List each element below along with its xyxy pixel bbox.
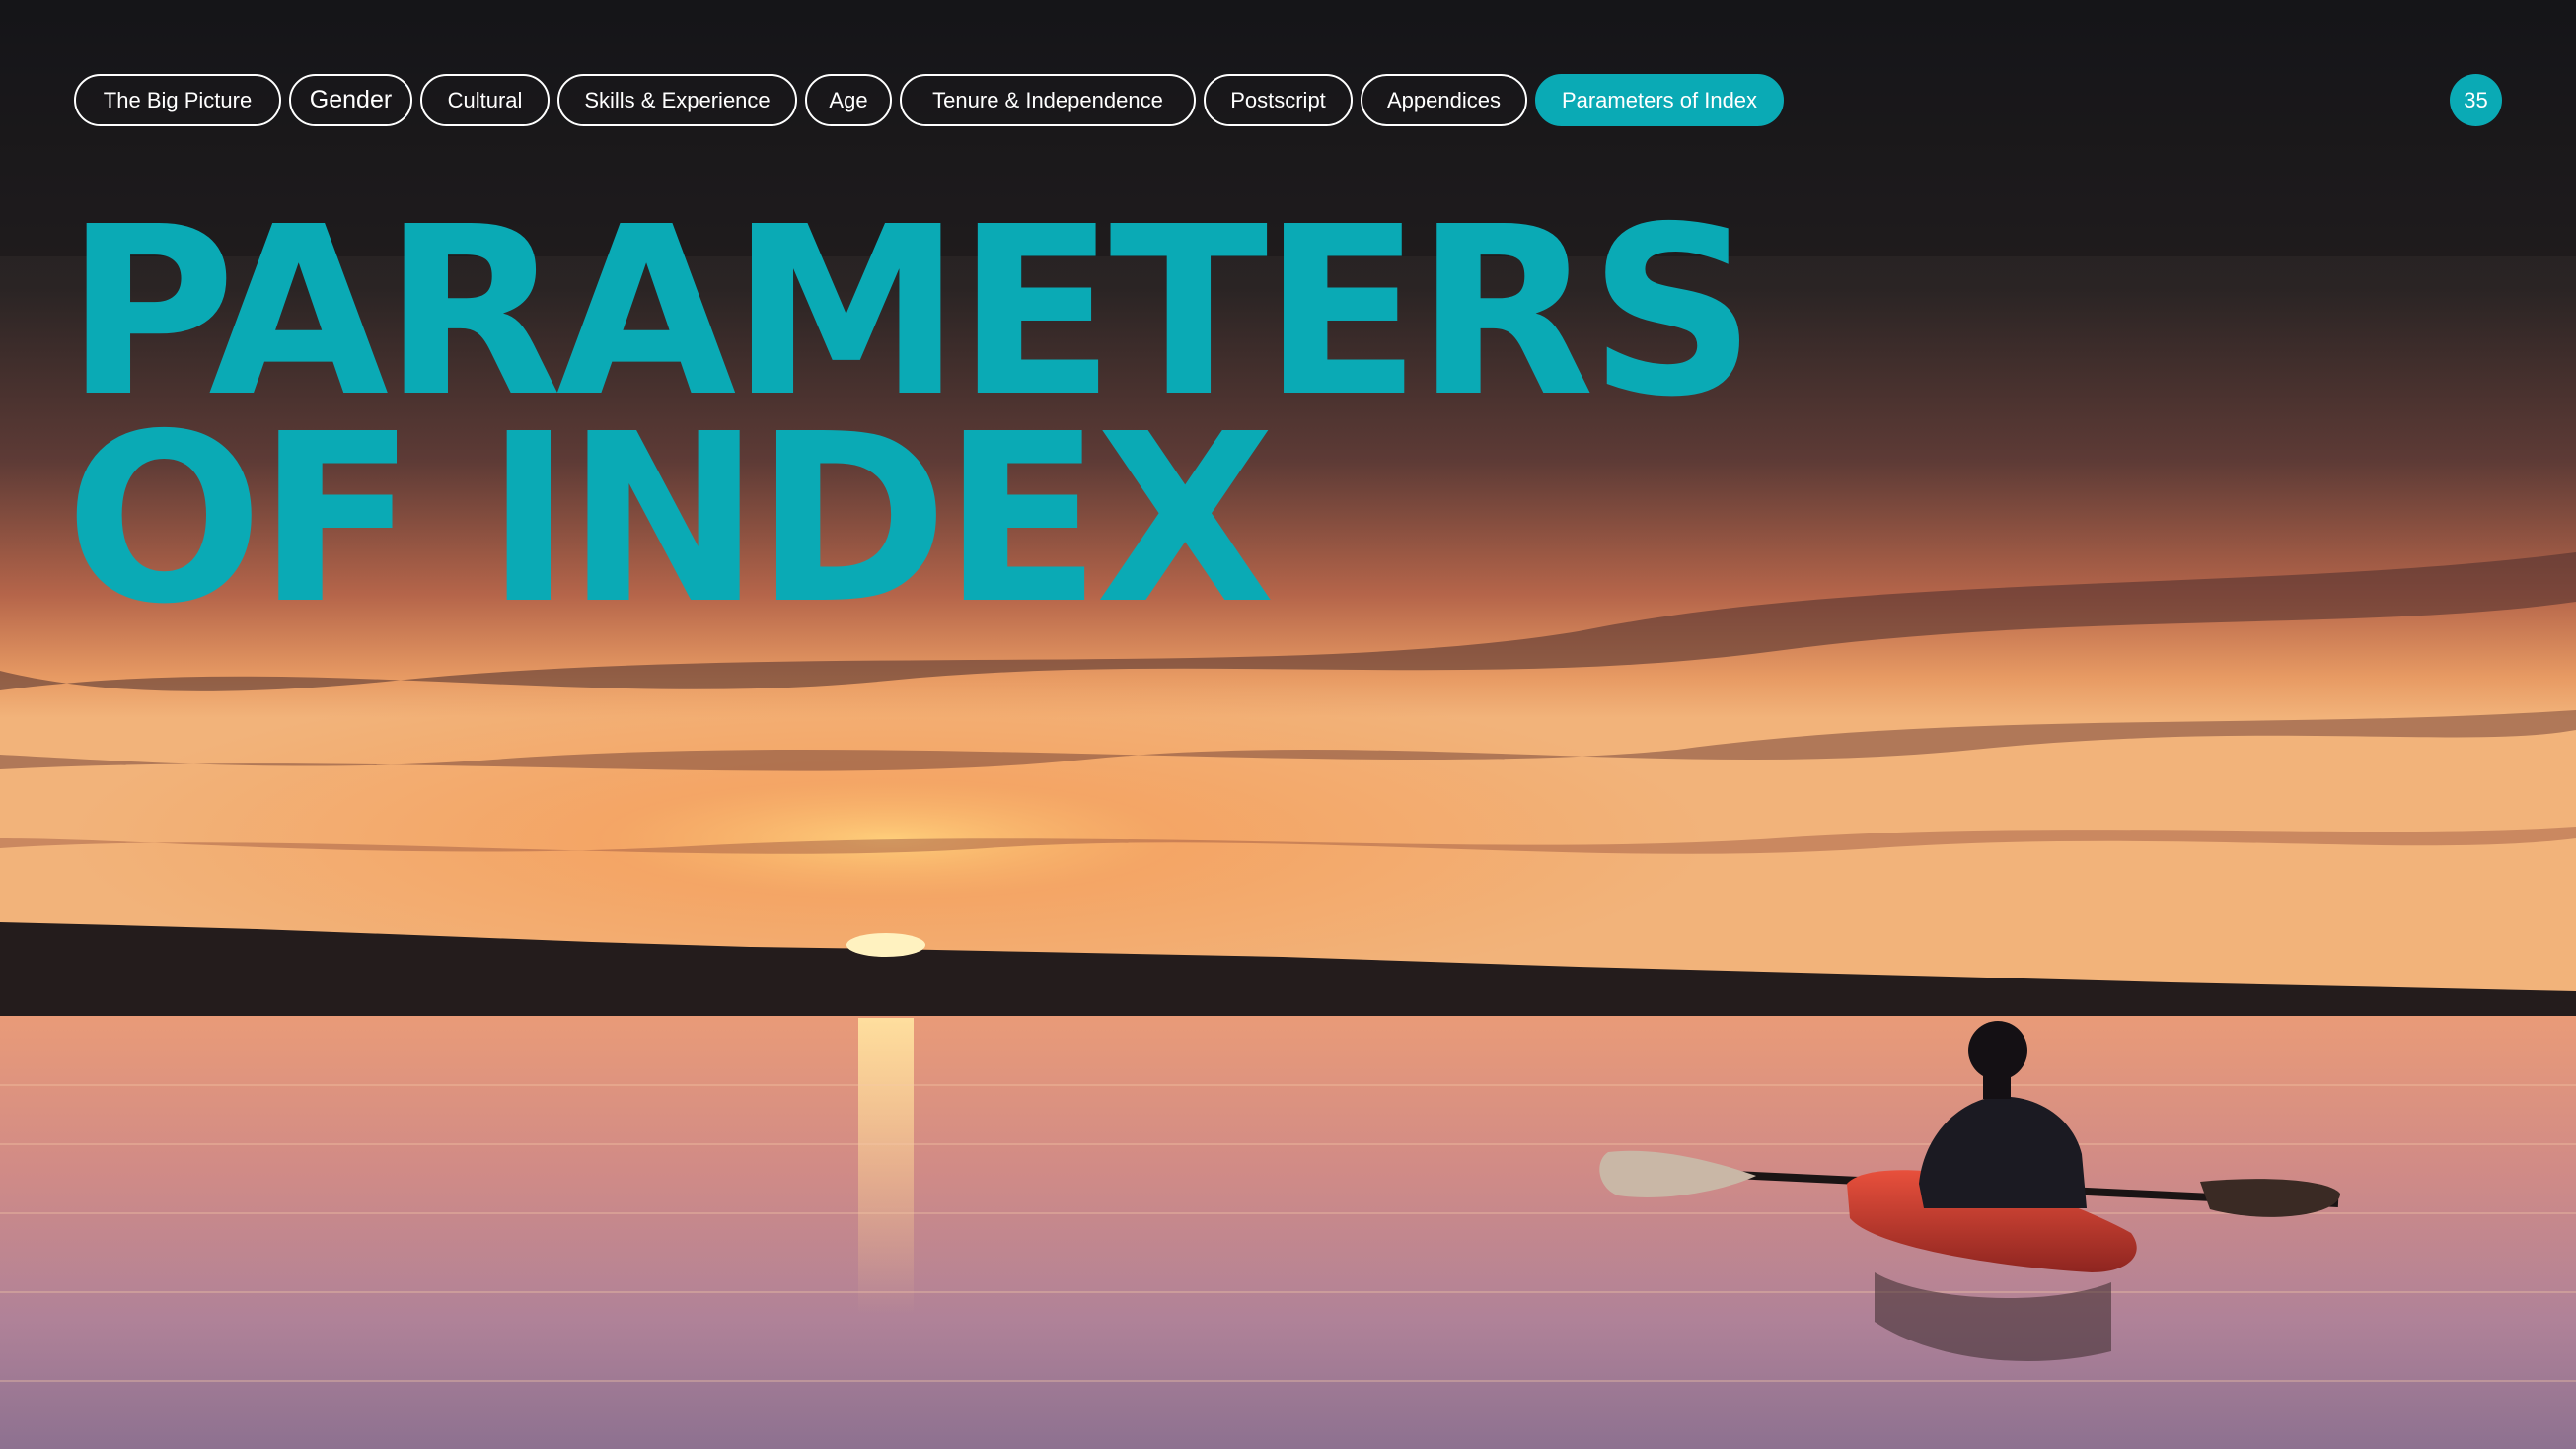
slide: The Big Picture Gender Cultural Skills &… — [0, 0, 2576, 1449]
nav-tab-parameters-of-index[interactable]: Parameters of Index — [1535, 74, 1784, 126]
nav-tab-gender[interactable]: Gender — [289, 74, 412, 126]
nav-tab-age[interactable]: Age — [805, 74, 892, 126]
page-number-badge: 35 — [2450, 74, 2502, 126]
nav-tab-appendices[interactable]: Appendices — [1361, 74, 1527, 126]
page-title: PARAMETERS OF INDEX — [65, 196, 1756, 636]
nav-tab-skills-experience[interactable]: Skills & Experience — [557, 74, 797, 126]
nav-tab-the-big-picture[interactable]: The Big Picture — [74, 74, 281, 126]
nav-tab-tenure-independence[interactable]: Tenure & Independence — [900, 74, 1196, 126]
nav-tab-cultural[interactable]: Cultural — [420, 74, 550, 126]
section-nav: The Big Picture Gender Cultural Skills &… — [74, 74, 1784, 126]
nav-tab-postscript[interactable]: Postscript — [1204, 74, 1353, 126]
